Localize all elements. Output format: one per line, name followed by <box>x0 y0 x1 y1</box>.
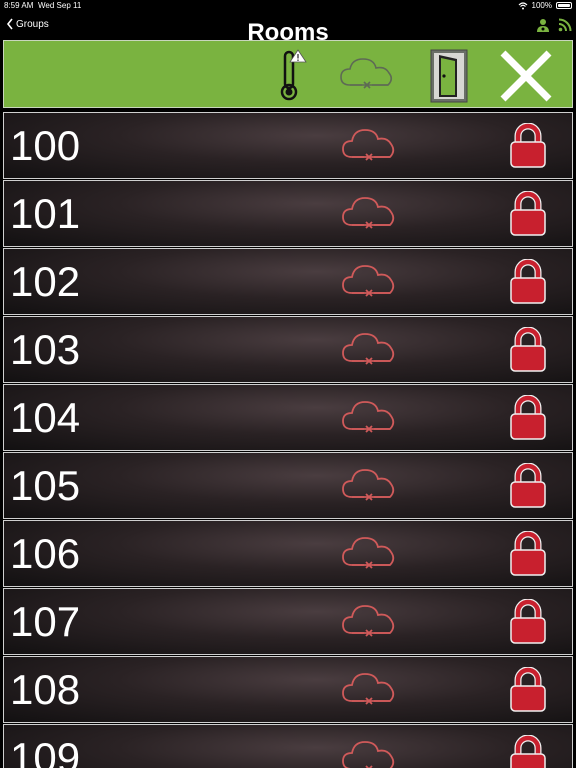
door-icon[interactable] <box>429 48 469 104</box>
cloud-offline-icon <box>342 537 395 569</box>
filter-header-panel <box>3 40 573 108</box>
user-icon[interactable] <box>536 18 550 32</box>
room-number: 104 <box>10 394 81 441</box>
nav-icons <box>536 18 572 32</box>
room-row[interactable]: 108 <box>3 656 573 723</box>
rooms-screen: 8:59 AM Wed Sep 11 100% Groups Rooms 100… <box>0 0 576 768</box>
nav-bar: Groups Rooms <box>0 12 576 46</box>
room-number: 107 <box>10 598 81 645</box>
cloud-offline-icon <box>342 401 395 433</box>
cloud-offline-icon <box>342 265 395 297</box>
status-bar: 8:59 AM Wed Sep 11 100% <box>0 0 576 12</box>
cloud-offline-icon <box>342 333 395 365</box>
room-row[interactable]: 109 <box>3 724 573 768</box>
room-number: 109 <box>10 734 81 768</box>
lock-icon[interactable] <box>509 259 547 305</box>
status-right: 100% <box>518 1 572 10</box>
room-row[interactable]: 106 <box>3 520 573 587</box>
wifi-icon <box>518 1 527 9</box>
battery-icon <box>556 2 572 9</box>
cloud-offline-icon <box>342 741 395 768</box>
status-time: 8:59 AM <box>4 1 34 10</box>
room-number: 106 <box>10 530 81 577</box>
room-row[interactable]: 101 <box>3 180 573 247</box>
room-row[interactable]: 105 <box>3 452 573 519</box>
lock-icon[interactable] <box>509 531 547 577</box>
lock-icon[interactable] <box>509 463 547 509</box>
room-number: 102 <box>10 258 81 305</box>
room-row[interactable]: 107 <box>3 588 573 655</box>
cloud-offline-icon <box>342 129 395 161</box>
cloud-offline-icon <box>342 605 395 637</box>
rss-feed-icon[interactable] <box>558 18 572 32</box>
cloud-offline-icon[interactable] <box>338 55 396 91</box>
room-row[interactable]: 104 <box>3 384 573 451</box>
room-number: 101 <box>10 190 81 237</box>
lock-icon[interactable] <box>509 327 547 373</box>
close-icon[interactable] <box>498 49 554 103</box>
room-row[interactable]: 100 <box>3 112 573 179</box>
lock-icon[interactable] <box>509 191 547 237</box>
room-row[interactable]: 103 <box>3 316 573 383</box>
battery-percent: 100% <box>531 1 552 10</box>
cloud-offline-icon <box>342 673 395 705</box>
cloud-offline-icon <box>342 469 395 501</box>
lock-icon[interactable] <box>509 395 547 441</box>
room-number: 105 <box>10 462 81 509</box>
cloud-offline-icon <box>342 197 395 229</box>
room-list: 100 101 102 103 104 105 106 107 108 109 <box>3 112 573 768</box>
room-row[interactable]: 102 <box>3 248 573 315</box>
room-number: 103 <box>10 326 81 373</box>
lock-icon[interactable] <box>509 735 547 768</box>
thermometer-warning-icon[interactable] <box>276 49 308 101</box>
status-date: Wed Sep 11 <box>38 1 82 10</box>
room-number: 108 <box>10 666 81 713</box>
lock-icon[interactable] <box>509 123 547 169</box>
room-number: 100 <box>10 122 81 169</box>
lock-icon[interactable] <box>509 667 547 713</box>
lock-icon[interactable] <box>509 599 547 645</box>
